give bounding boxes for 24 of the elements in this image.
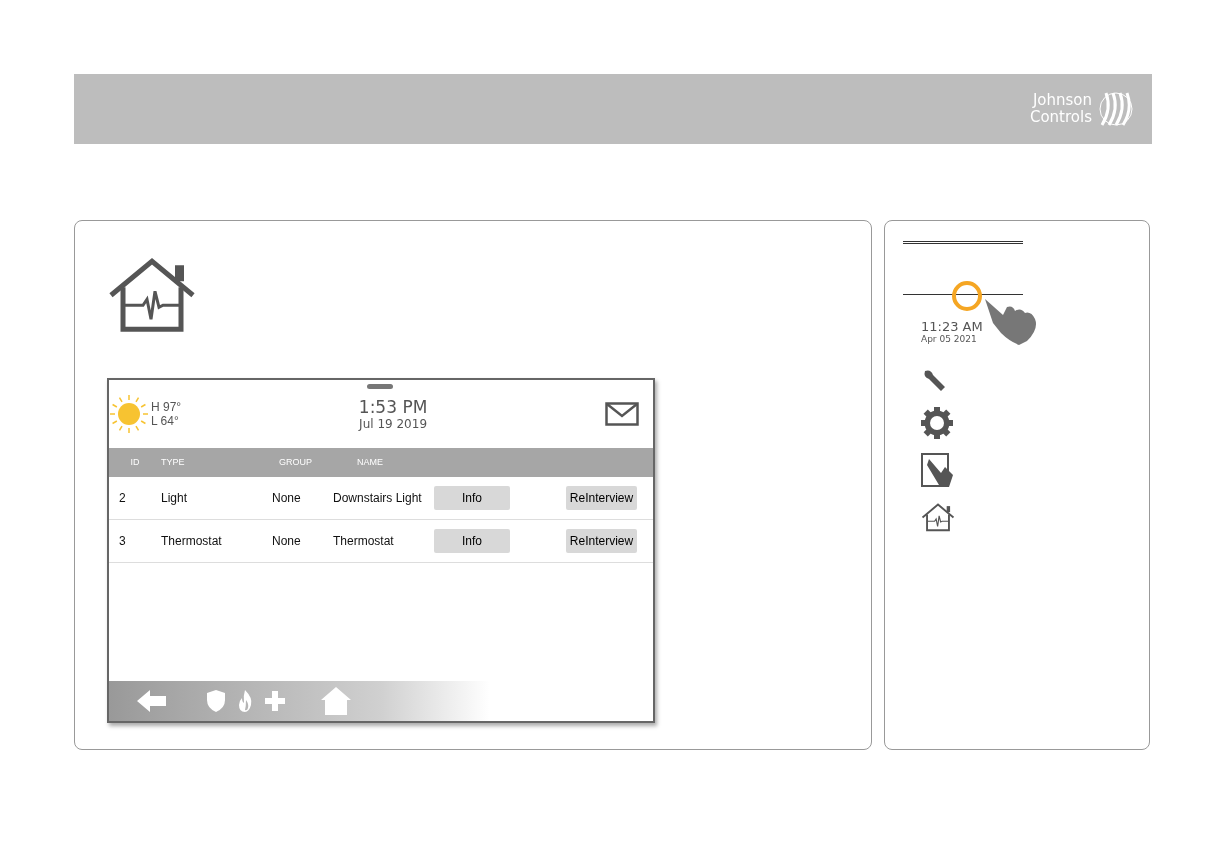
- logo-text: Controls: [1029, 109, 1092, 126]
- logo-text: Johnson: [1032, 92, 1092, 109]
- table-cell-text: 2: [118, 490, 127, 505]
- reinterview-button[interactable]: ReInterview: [566, 528, 637, 553]
- table-cell-text: Thermostat: [333, 533, 395, 548]
- sidebar-date: Apr 05 2021: [921, 334, 978, 344]
- sidebar-time: 11:23 AM: [921, 319, 983, 334]
- column-header: TYPE: [161, 457, 186, 467]
- table-cell-text: None: [272, 490, 302, 505]
- clock-date: Jul 19 2019: [359, 416, 428, 431]
- info-button[interactable]: Info: [434, 485, 510, 510]
- table-cell-text: Thermostat: [161, 533, 223, 548]
- weather-low: L 64°: [151, 413, 180, 428]
- table-cell-text: 3: [118, 533, 127, 548]
- weather-high: H 97°: [151, 399, 182, 414]
- table-cell-text: None: [272, 533, 302, 548]
- table-cell-text: Downstairs Light: [333, 490, 423, 505]
- info-button[interactable]: Info: [434, 528, 510, 553]
- table-cell-text: Light: [161, 490, 189, 505]
- clock-time: 1:53 PM: [358, 396, 428, 417]
- column-header: ID: [129, 457, 141, 467]
- column-header: GROUP: [279, 457, 313, 467]
- column-header: NAME: [357, 457, 384, 467]
- reinterview-button[interactable]: ReInterview: [566, 485, 637, 510]
